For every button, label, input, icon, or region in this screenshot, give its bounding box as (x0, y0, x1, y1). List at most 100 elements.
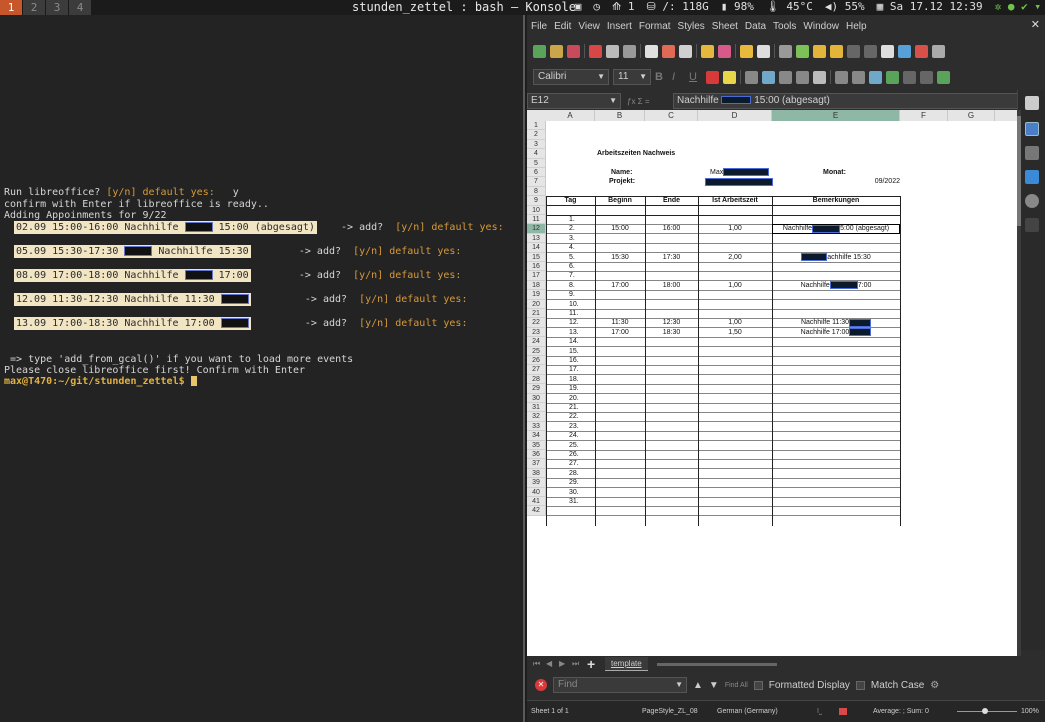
row-header[interactable]: 27 (527, 365, 546, 375)
close-find-icon[interactable]: ✕ (535, 679, 547, 691)
row-header[interactable]: 40 (527, 487, 546, 497)
row-header[interactable]: 10 (527, 205, 546, 215)
row-header[interactable]: 37 (527, 459, 546, 469)
row-header[interactable]: 14 (527, 243, 546, 253)
first-sheet-icon[interactable]: ⏮ (533, 659, 540, 669)
redo-icon[interactable] (757, 44, 770, 58)
properties-icon[interactable] (1025, 122, 1039, 136)
row-header[interactable]: 41 (527, 497, 546, 507)
terminal-window[interactable]: Run libreoffice? [y/n] default yes: y co… (0, 15, 525, 722)
formatted-display-checkbox[interactable] (753, 680, 763, 690)
row-header[interactable]: 33 (527, 421, 546, 432)
row-header[interactable]: 30 (527, 393, 546, 403)
workspace-1[interactable]: 1 (0, 0, 22, 15)
column-header-b[interactable]: B (595, 110, 645, 121)
find-replace-icon[interactable]: ⚙ (930, 680, 939, 691)
row-header[interactable]: 32 (527, 412, 546, 422)
menu-edit[interactable]: Edit (554, 21, 571, 32)
selection-mode-icon[interactable]: I⎵ (817, 708, 822, 716)
zoom-slider-handle[interactable] (982, 708, 988, 714)
font-name-box[interactable]: Calibri ▼ (533, 69, 609, 85)
align-right-icon[interactable] (779, 70, 792, 84)
column-header-f[interactable]: F (900, 110, 948, 121)
prev-sheet-icon[interactable]: ◀ (546, 659, 552, 668)
row-header[interactable]: 21 (527, 309, 546, 319)
align-center-icon[interactable] (762, 70, 775, 84)
currency-icon[interactable] (886, 70, 899, 84)
insert-chart-icon[interactable] (915, 44, 928, 58)
menu-window[interactable]: Window (803, 21, 839, 32)
workspace-2[interactable]: 2 (23, 0, 45, 15)
find-input[interactable]: Find ▼ (553, 677, 687, 693)
row-header[interactable]: 17 (527, 271, 546, 281)
terminal-prompt[interactable]: max@T470:~/git/stunden_zettel$ (4, 376, 197, 387)
insert-image-icon[interactable] (898, 44, 911, 58)
next-sheet-icon[interactable]: ▶ (559, 659, 565, 668)
column-header-g[interactable]: G (948, 110, 995, 121)
row-header[interactable]: 8 (527, 186, 546, 197)
percent-icon[interactable] (903, 70, 916, 84)
number-format-icon[interactable] (920, 70, 933, 84)
align-top-icon[interactable] (835, 70, 848, 84)
align-bottom-icon[interactable] (869, 70, 882, 84)
find-previous-icon[interactable]: ▲ (693, 680, 703, 691)
row-header[interactable]: 13 (527, 233, 546, 244)
menu-format[interactable]: Format (639, 21, 671, 32)
last-sheet-icon[interactable]: ⏭ (572, 659, 579, 669)
gallery-icon[interactable] (1025, 170, 1039, 184)
functions-icon[interactable] (1025, 218, 1039, 232)
row-header[interactable]: 1 (527, 121, 546, 131)
paste-icon[interactable] (679, 44, 692, 58)
row-header[interactable]: 15 (527, 252, 546, 262)
font-color-icon[interactable] (706, 70, 719, 84)
clone-formatting-icon[interactable] (701, 44, 714, 58)
match-case-checkbox[interactable] (855, 680, 865, 690)
new-icon[interactable] (533, 44, 546, 58)
libreoffice-calc-window[interactable]: File Edit View Insert Format Styles Shee… (527, 15, 1045, 722)
justify-icon[interactable] (796, 70, 809, 84)
row-header[interactable]: 20 (527, 299, 546, 309)
sheet-tab-template[interactable]: template (605, 657, 648, 671)
print-preview-icon[interactable] (623, 44, 636, 58)
add-sheet-icon[interactable]: + (587, 656, 595, 672)
column-header-c[interactable]: C (645, 110, 698, 121)
align-left-icon[interactable] (745, 70, 758, 84)
workspace-3[interactable]: 3 (46, 0, 68, 15)
italic-icon[interactable]: I (672, 71, 685, 84)
horizontal-scrollbar[interactable] (657, 663, 777, 666)
cut-icon[interactable] (645, 44, 658, 58)
row-header[interactable]: 5 (527, 158, 546, 168)
name-value[interactable]: Max (710, 168, 800, 177)
menu-help[interactable]: Help (846, 21, 867, 32)
open-icon[interactable] (550, 44, 563, 58)
tray-icons[interactable]: ✲ ● ✔ ▾ (995, 0, 1041, 15)
vertical-scrollbar[interactable] (1017, 110, 1021, 656)
row-header[interactable]: 28 (527, 374, 546, 385)
row-header[interactable]: 16 (527, 262, 546, 272)
copy-icon[interactable] (662, 44, 675, 58)
find-next-icon[interactable]: ▼ (709, 680, 719, 691)
highlight-color-icon[interactable] (723, 70, 736, 84)
spelling-icon[interactable] (796, 44, 809, 58)
close-document-icon[interactable]: ✕ (1031, 18, 1040, 31)
menu-insert[interactable]: Insert (607, 21, 632, 32)
row-header[interactable]: 19 (527, 290, 546, 300)
month-label[interactable]: Monat: (823, 168, 863, 177)
navigator-icon[interactable] (1025, 194, 1039, 208)
row-header[interactable]: 18 (527, 280, 546, 291)
row-header[interactable]: 7 (527, 177, 546, 187)
export-pdf-icon[interactable] (589, 44, 602, 58)
row-header[interactable]: 23 (527, 327, 546, 338)
menu-file[interactable]: File (531, 21, 547, 32)
menu-tools[interactable]: Tools (773, 21, 796, 32)
sort-descending-icon[interactable] (864, 44, 877, 58)
add-decimal-icon[interactable] (937, 70, 950, 84)
underline-icon[interactable]: U (689, 71, 702, 84)
print-icon[interactable] (606, 44, 619, 58)
row-header[interactable]: 26 (527, 356, 546, 366)
bold-icon[interactable]: B (655, 71, 668, 84)
row-header[interactable]: 42 (527, 506, 546, 516)
row-header[interactable]: 6 (527, 168, 546, 178)
row-header[interactable]: 12 (527, 224, 546, 234)
row-header[interactable]: 38 (527, 468, 546, 479)
